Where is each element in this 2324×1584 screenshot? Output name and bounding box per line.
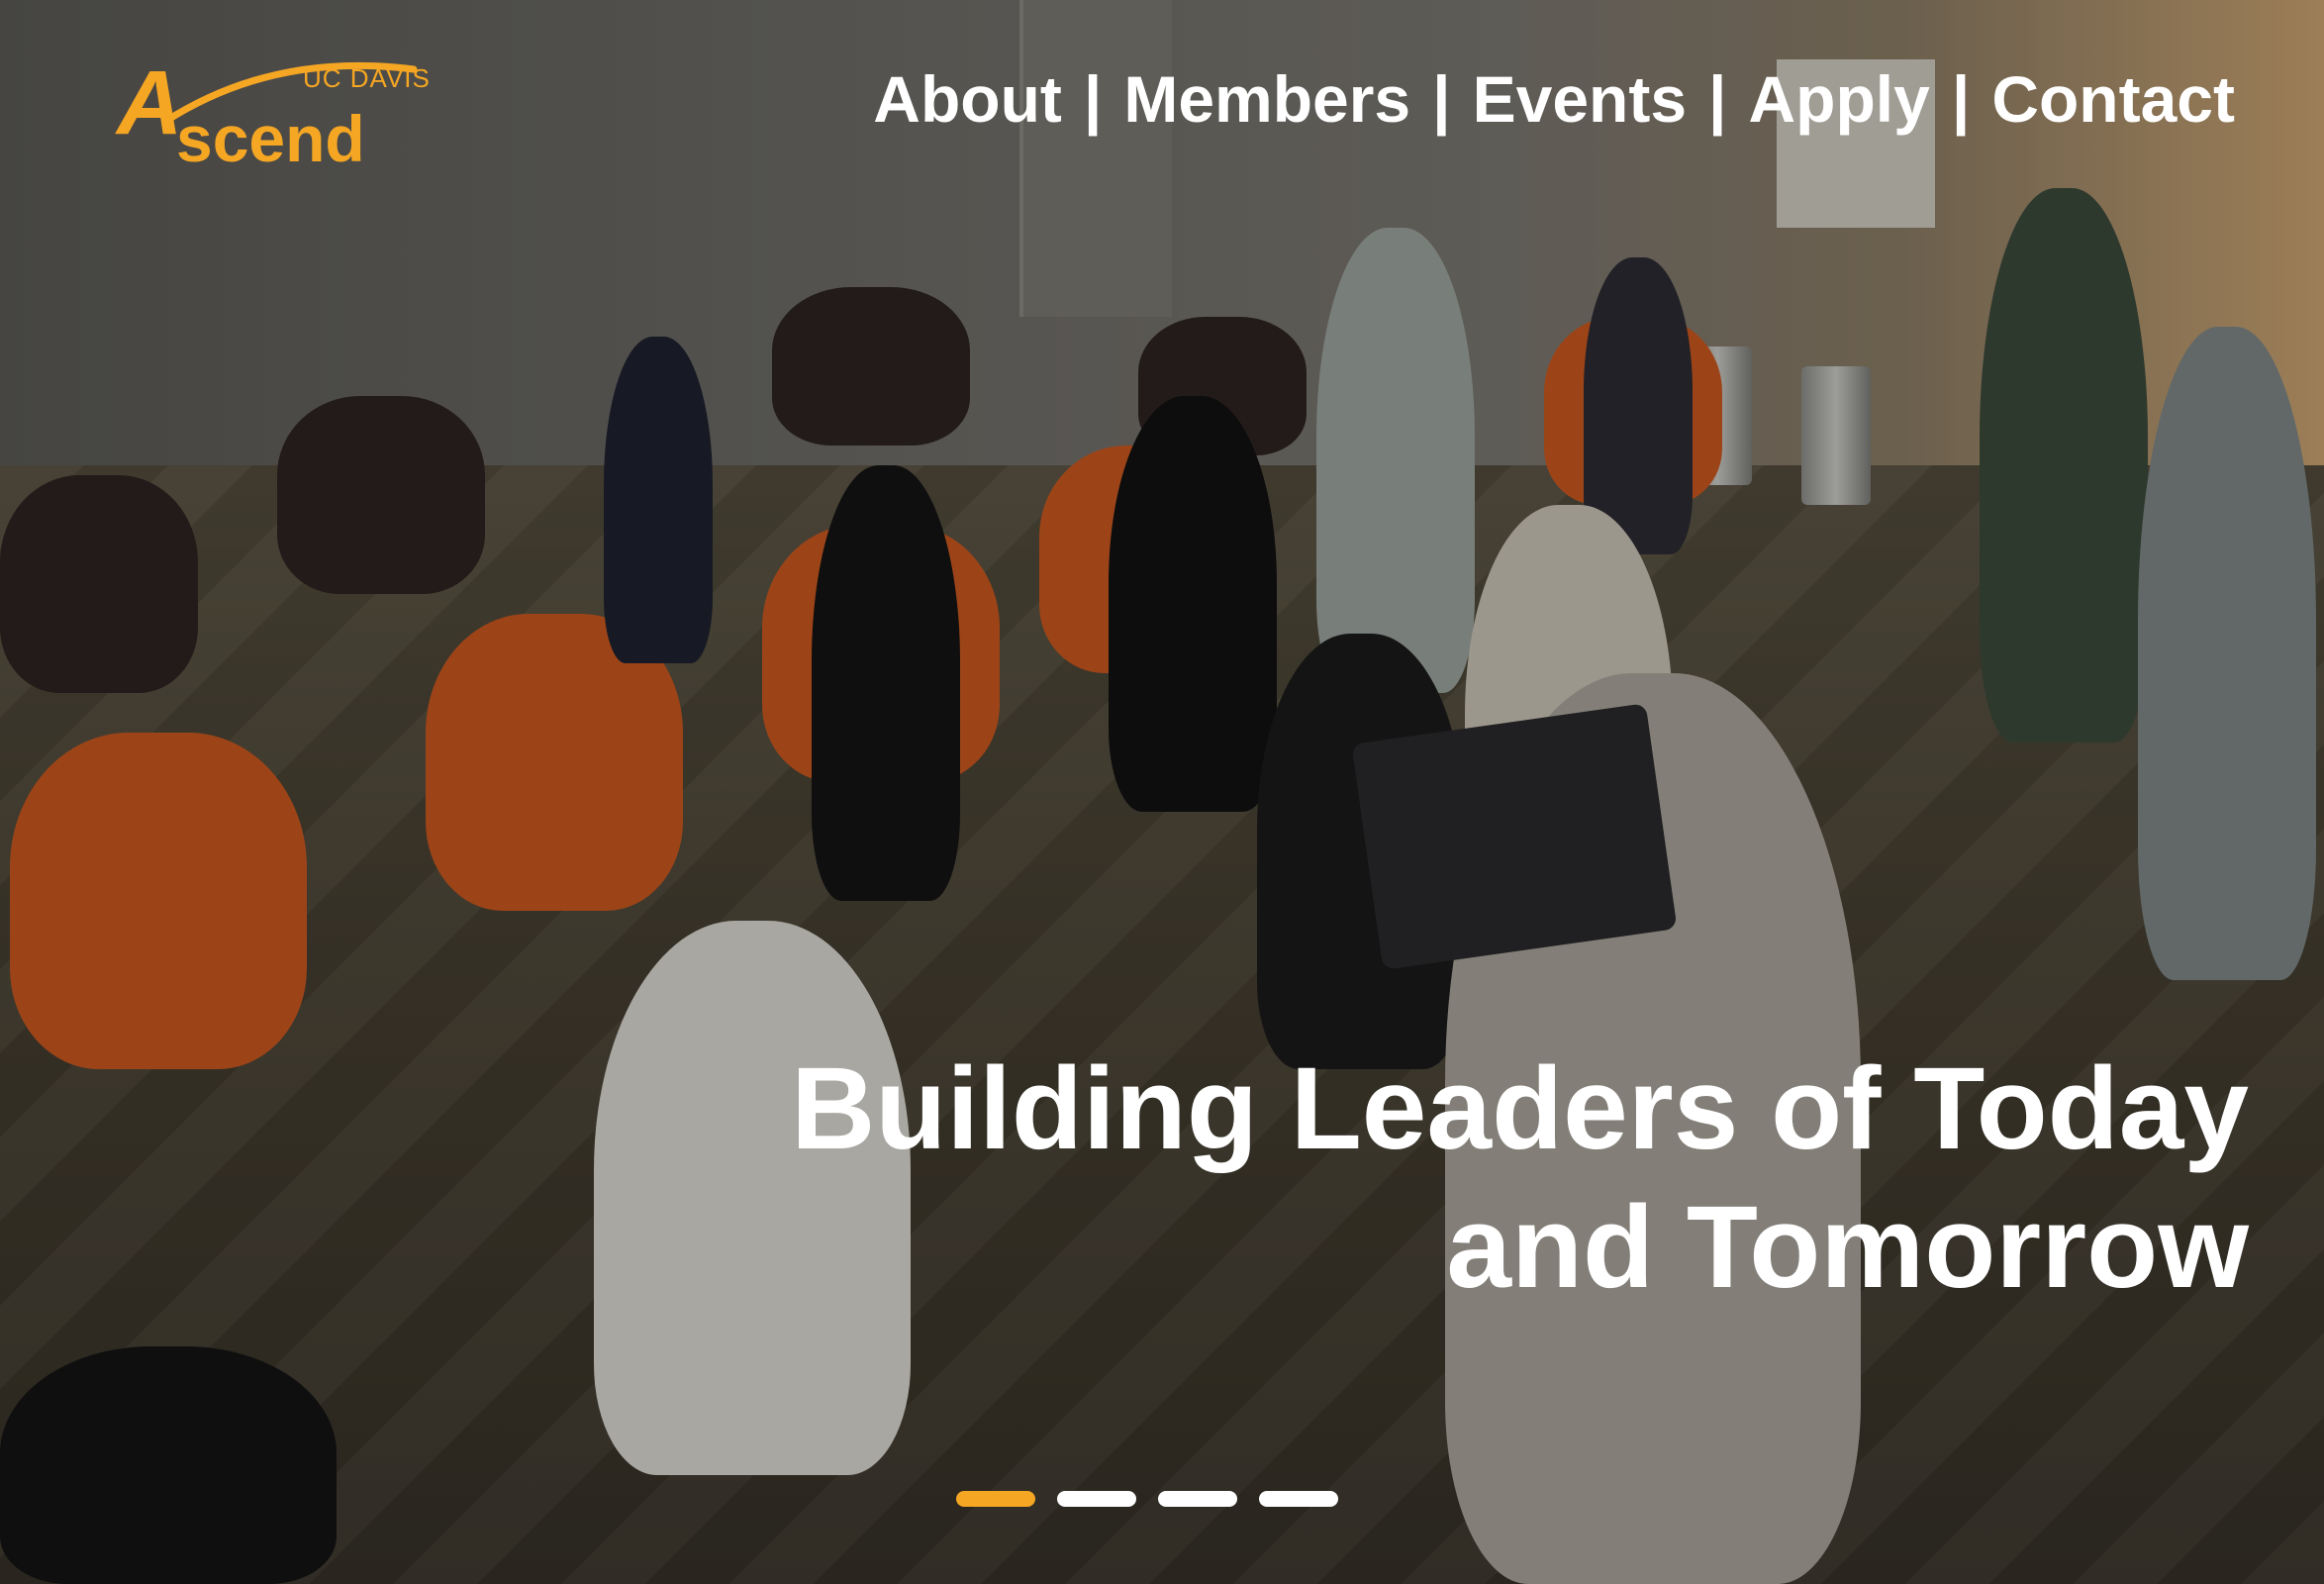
logo-mark: A	[117, 52, 183, 153]
hero-headline-line2: and Tomorrow	[1446, 1182, 2249, 1313]
carousel-dot[interactable]	[1259, 1491, 1338, 1507]
main-nav: About | Members | Events | Apply | Conta…	[873, 61, 2235, 137]
nav-link-apply[interactable]: Apply	[1749, 61, 1930, 137]
nav-separator: |	[1083, 62, 1103, 136]
hero-headline: Building Leaders of Today and Tomorrow	[791, 1040, 2249, 1317]
photo-dark-overlay	[0, 0, 2324, 1584]
nav-separator: |	[1708, 62, 1727, 136]
nav-link-contact[interactable]: Contact	[1991, 61, 2235, 137]
nav-separator: |	[1951, 62, 1971, 136]
carousel-dot[interactable]	[956, 1491, 1035, 1507]
nav-link-events[interactable]: Events	[1473, 61, 1687, 137]
hero-section: A scend UC DAVIS About | Members | Event…	[0, 0, 2324, 1584]
site-logo[interactable]: A scend UC DAVIS	[117, 51, 434, 175]
nav-link-about[interactable]: About	[873, 61, 1062, 137]
carousel-dot[interactable]	[1057, 1491, 1136, 1507]
carousel-indicators	[956, 1491, 1338, 1507]
carousel-dot[interactable]	[1158, 1491, 1237, 1507]
nav-link-members[interactable]: Members	[1123, 61, 1410, 137]
hero-headline-line1: Building Leaders of Today	[791, 1043, 2249, 1174]
logo-org-name: UC DAVIS	[303, 63, 431, 93]
nav-separator: |	[1432, 62, 1451, 136]
logo-wordmark: scend	[176, 102, 365, 175]
